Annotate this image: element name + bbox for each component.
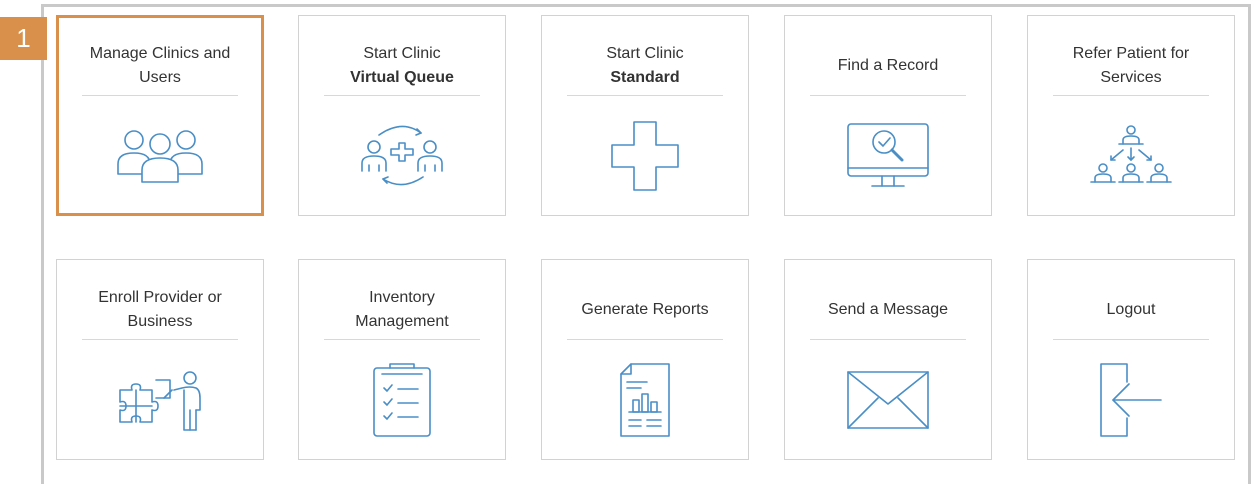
tile-divider <box>324 339 480 340</box>
tile-divider <box>810 339 966 340</box>
tile-divider <box>324 95 480 96</box>
tile-label: Enroll Provider or Business <box>98 289 222 330</box>
tile-label: Manage Clinics and Users <box>89 45 231 86</box>
tile-label: Generate Reports <box>581 301 709 318</box>
tile-manage-clinics-and-users[interactable]: Manage Clinics and Users <box>56 15 264 216</box>
search-monitor-icon <box>785 116 991 196</box>
tile-label: Refer Patient for Services <box>1072 45 1190 86</box>
puzzle-presenter-icon <box>57 360 263 440</box>
envelope-icon <box>785 360 991 440</box>
tile-divider <box>567 95 723 96</box>
checklist-clipboard-icon <box>299 360 505 440</box>
report-document-icon <box>542 360 748 440</box>
tile-divider <box>82 339 238 340</box>
tile-enroll-provider-or-business[interactable]: Enroll Provider or Business <box>56 259 264 460</box>
tile-label: Logout <box>1106 301 1156 318</box>
tile-divider <box>810 95 966 96</box>
medical-cross-icon <box>542 116 748 196</box>
logout-arrow-icon <box>1028 360 1234 440</box>
tile-divider <box>82 95 238 96</box>
tile-generate-reports[interactable]: Generate Reports <box>541 259 749 460</box>
tile-start-clinic-standard[interactable]: Start Clinic Standard <box>541 15 749 216</box>
step-number-badge: 1 <box>0 17 47 60</box>
referral-hierarchy-icon <box>1028 116 1234 196</box>
tile-divider <box>567 339 723 340</box>
tile-divider <box>1053 95 1209 96</box>
tile-label: Start Clinic Virtual Queue <box>350 45 454 86</box>
tile-label: Send a Message <box>827 301 949 318</box>
virtual-queue-icon <box>299 116 505 196</box>
tile-find-a-record[interactable]: Find a Record <box>784 15 992 216</box>
tile-refer-patient-for-services[interactable]: Refer Patient for Services <box>1027 15 1235 216</box>
tile-inventory-management[interactable]: Inventory Management <box>298 259 506 460</box>
tile-start-clinic-virtual-queue[interactable]: Start Clinic Virtual Queue <box>298 15 506 216</box>
tile-divider <box>1053 339 1209 340</box>
tile-send-a-message[interactable]: Send a Message <box>784 259 992 460</box>
tile-label: Find a Record <box>837 57 939 74</box>
tile-label: Start Clinic Standard <box>606 45 684 86</box>
users-group-icon <box>59 116 261 196</box>
tile-logout[interactable]: Logout <box>1027 259 1235 460</box>
tile-label: Inventory Management <box>355 289 449 330</box>
